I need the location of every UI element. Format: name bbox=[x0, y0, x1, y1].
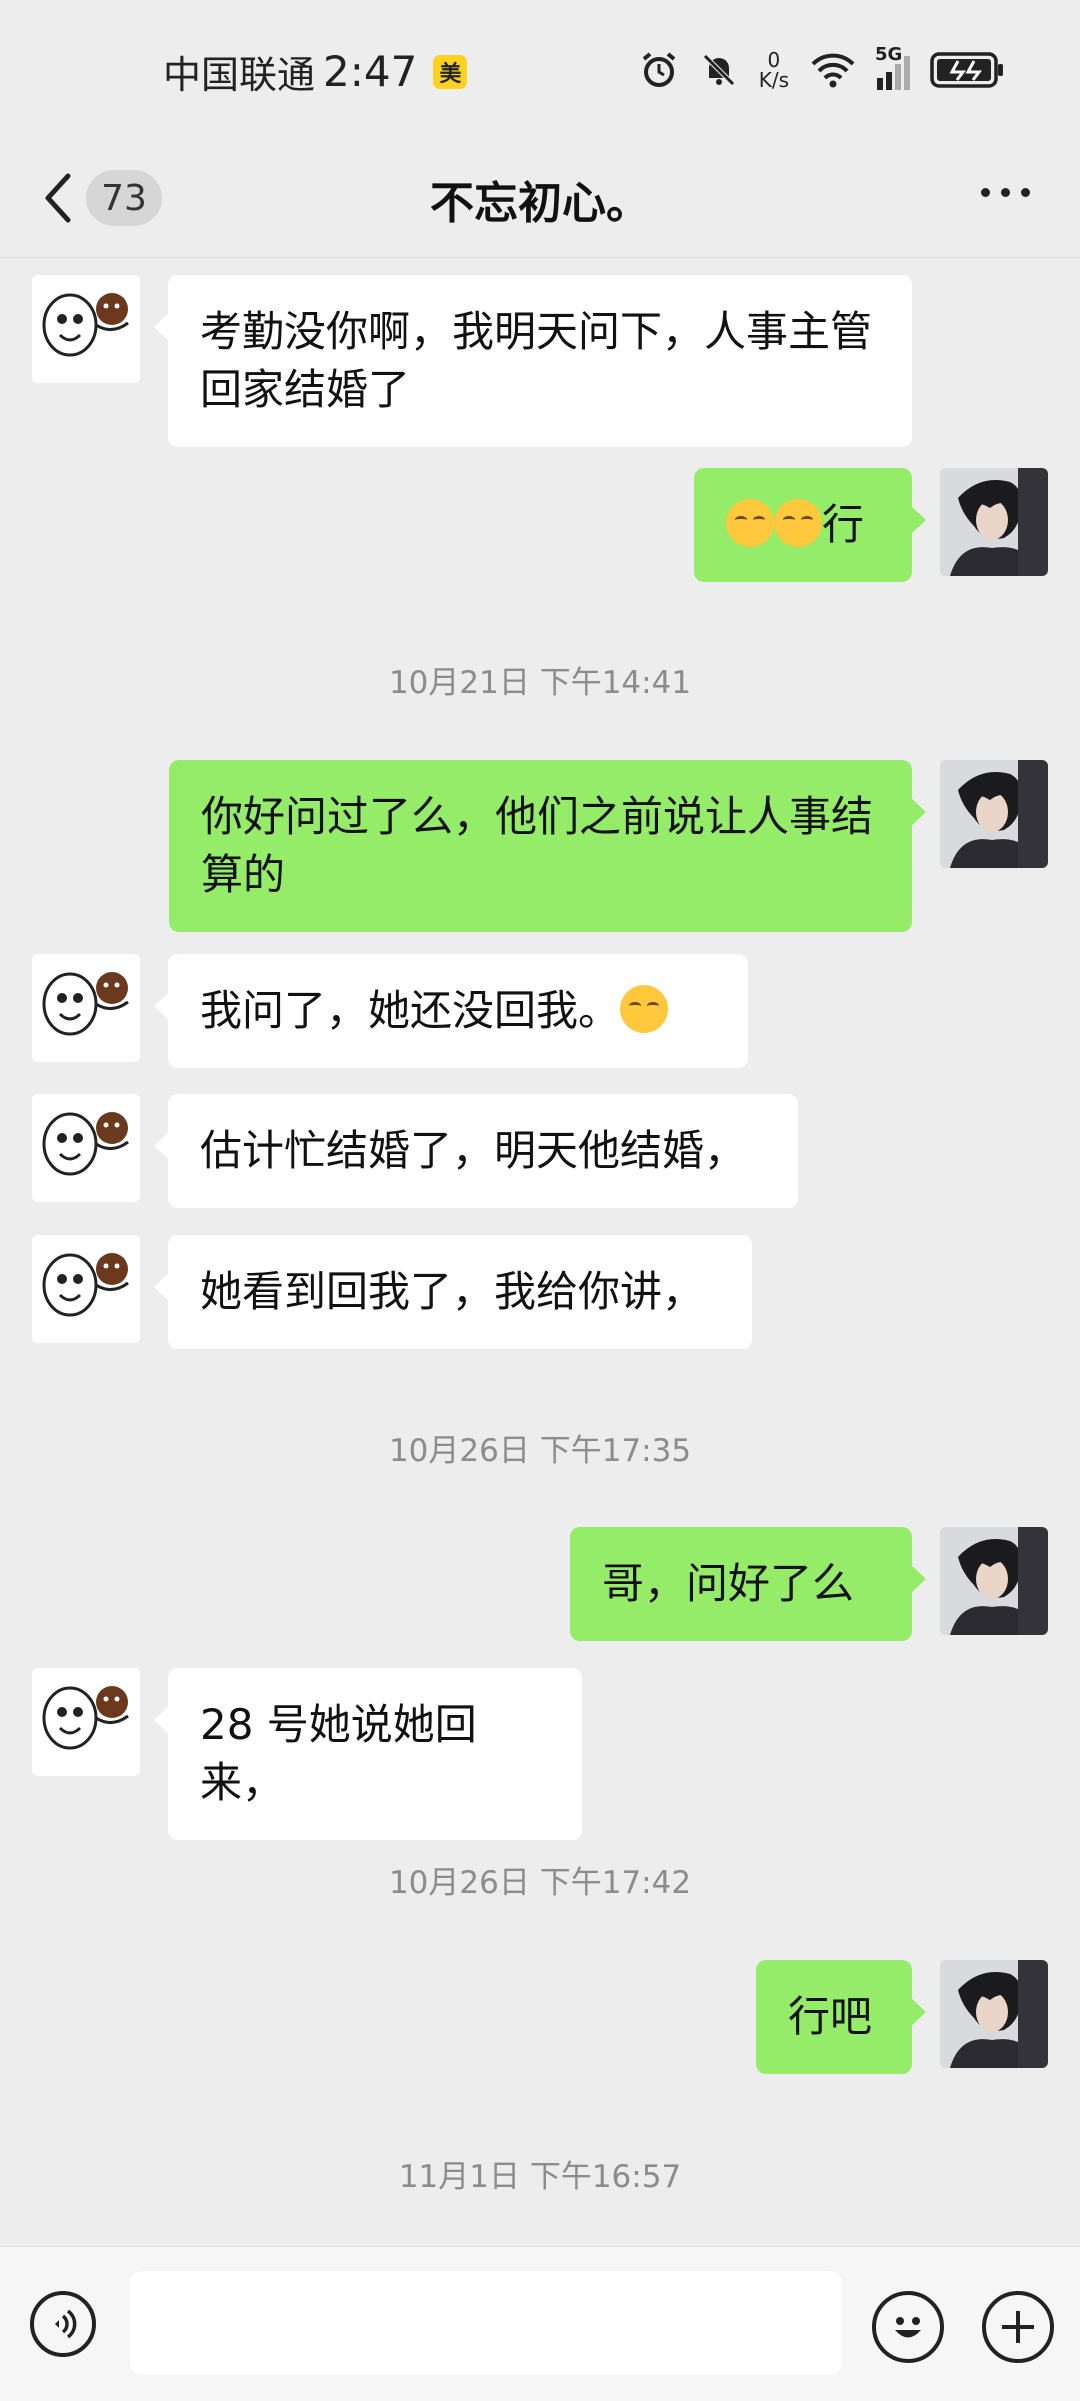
meme-avatar-icon bbox=[32, 1094, 140, 1202]
outgoing-message-bubble[interactable]: 哥，问好了么 bbox=[570, 1527, 926, 1641]
input-bar bbox=[0, 2246, 1080, 2401]
message-text: 她看到回我了，我给你讲， bbox=[200, 1267, 705, 1316]
voice-input-button[interactable] bbox=[30, 2291, 96, 2357]
carrier-name: 中国联通 bbox=[163, 53, 316, 97]
message-timestamp: 11月1日 下午16:57 bbox=[398, 2159, 682, 2195]
back-arrow-icon[interactable] bbox=[38, 168, 78, 228]
message-text: 行 bbox=[822, 500, 865, 549]
unread-count-badge[interactable]: 73 bbox=[86, 170, 162, 226]
sweat-emoji-icon bbox=[774, 499, 822, 547]
chat-title: 不忘初心。 bbox=[430, 178, 650, 229]
mute-bell-icon bbox=[702, 54, 735, 86]
net-speed: 0 K/s bbox=[759, 50, 789, 90]
wifi-icon bbox=[811, 53, 855, 88]
message-timestamp: 10月21日 下午14:41 bbox=[388, 665, 692, 701]
outgoing-message-bubble[interactable]: 你好问过了么，他们之前说让人事结算的 bbox=[169, 760, 926, 932]
contact-avatar[interactable] bbox=[32, 954, 140, 1062]
meme-avatar-icon bbox=[32, 1235, 140, 1343]
my-avatar[interactable] bbox=[940, 1960, 1048, 2068]
status-bar: 中国联通 2:47 美 0 K/s 5G bbox=[0, 0, 1080, 140]
emoji-button[interactable] bbox=[872, 2291, 944, 2363]
meme-avatar-icon bbox=[32, 275, 140, 383]
incoming-message-bubble[interactable]: 28 号她说她回来， bbox=[154, 1668, 582, 1840]
my-avatar[interactable] bbox=[940, 1527, 1048, 1635]
network-type: 5G bbox=[875, 44, 903, 65]
more-functions-button[interactable] bbox=[982, 2291, 1054, 2363]
message-text: 估计忙结婚了，明天他结婚， bbox=[200, 1126, 747, 1175]
app-badge-icon: 美 bbox=[433, 54, 468, 89]
incoming-message-bubble[interactable]: 考勤没你啊，我明天问下，人事主管回家结婚了 bbox=[154, 275, 912, 447]
net-speed-value: 0 bbox=[767, 48, 781, 72]
message-text: 我问了，她还没回我。 bbox=[200, 986, 621, 1035]
outgoing-message-bubble[interactable]: 行吧 bbox=[756, 1960, 926, 2074]
outgoing-message-bubble[interactable]: 行 bbox=[694, 468, 926, 582]
my-avatar[interactable] bbox=[940, 468, 1048, 576]
user-photo-avatar-icon bbox=[940, 760, 1048, 868]
message-text: 哥，问好了么 bbox=[602, 1559, 855, 1608]
message-timestamp: 10月26日 下午17:42 bbox=[388, 1865, 692, 1901]
message-text: 28 号她说她回来， bbox=[200, 1700, 477, 1807]
contact-avatar[interactable] bbox=[32, 275, 140, 383]
contact-avatar[interactable] bbox=[32, 1094, 140, 1202]
status-time: 2:47 bbox=[323, 47, 418, 96]
user-photo-avatar-icon bbox=[940, 468, 1048, 576]
cellular-signal-icon: 5G bbox=[875, 44, 910, 90]
meme-avatar-icon bbox=[32, 1668, 140, 1776]
sweat-emoji-icon bbox=[726, 499, 774, 547]
header-divider bbox=[0, 257, 1080, 258]
contact-avatar[interactable] bbox=[32, 1235, 140, 1343]
facepalm-emoji-icon bbox=[620, 985, 669, 1033]
status-carrier: 中国联通 2:47 美 bbox=[163, 44, 468, 99]
smiley-icon bbox=[895, 2317, 921, 2338]
contact-avatar[interactable] bbox=[32, 1668, 140, 1776]
incoming-message-bubble[interactable]: 我问了，她还没回我。 bbox=[154, 954, 748, 1068]
message-text: 你好问过了么，他们之前说让人事结算的 bbox=[201, 792, 874, 899]
message-text: 考勤没你啊，我明天问下，人事主管回家结婚了 bbox=[200, 307, 873, 414]
message-text: 行吧 bbox=[788, 1992, 873, 2041]
incoming-message-bubble[interactable]: 估计忙结婚了，明天他结婚， bbox=[154, 1094, 798, 1208]
system-icons: 0 K/s 5G bbox=[639, 40, 1006, 100]
incoming-message-bubble[interactable]: 她看到回我了，我给你讲， bbox=[154, 1235, 752, 1349]
voice-icon bbox=[55, 2309, 77, 2339]
plus-icon bbox=[1002, 2311, 1034, 2343]
user-photo-avatar-icon bbox=[940, 1960, 1048, 2068]
meme-avatar-icon bbox=[32, 954, 140, 1062]
more-options-icon[interactable] bbox=[981, 188, 1030, 197]
message-timestamp: 10月26日 下午17:35 bbox=[388, 1433, 692, 1469]
message-input[interactable] bbox=[130, 2271, 842, 2375]
my-avatar[interactable] bbox=[940, 760, 1048, 868]
user-photo-avatar-icon bbox=[940, 1527, 1048, 1635]
battery-charging-icon bbox=[930, 52, 1003, 88]
alarm-icon bbox=[642, 52, 675, 87]
net-speed-unit: K/s bbox=[758, 68, 789, 92]
chat-header: 不忘初心。 73 bbox=[0, 140, 1080, 258]
